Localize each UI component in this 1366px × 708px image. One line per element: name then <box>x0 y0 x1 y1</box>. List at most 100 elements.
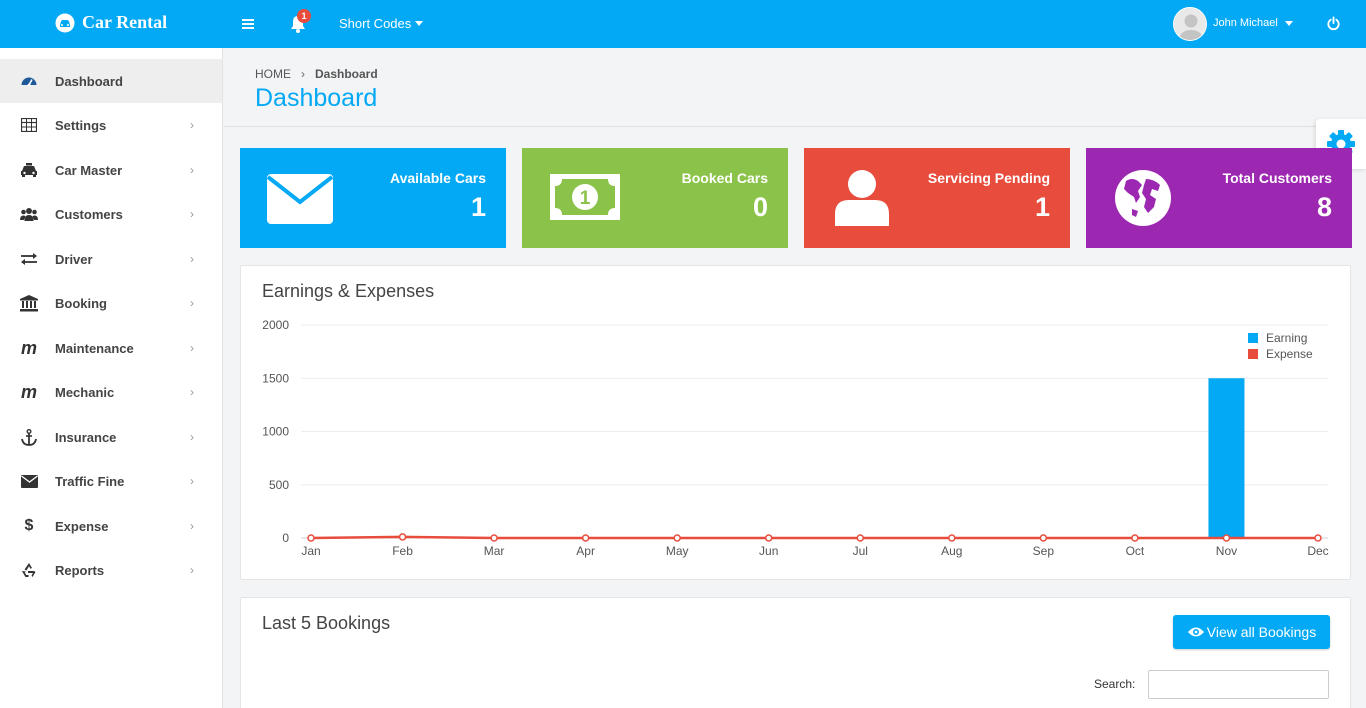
chevron-right-icon: › <box>190 385 194 399</box>
y-tick-label: 500 <box>269 478 289 492</box>
point-expense <box>673 534 681 542</box>
stat-card-available-cars[interactable]: Available Cars 1 <box>240 148 506 248</box>
view-all-bookings-button[interactable]: View all Bookings <box>1173 615 1330 649</box>
stat-card-booked-cars[interactable]: 1 Booked Cars 0 <box>522 148 788 248</box>
user-menu[interactable]: John Michael <box>1213 17 1293 29</box>
user-icon <box>835 170 889 226</box>
sidebar-item-expense[interactable]: $ Expense › <box>0 504 222 548</box>
stat-card-total-customers[interactable]: Total Customers 8 <box>1086 148 1352 248</box>
search-input[interactable] <box>1148 670 1329 699</box>
username-label: John Michael <box>1213 17 1278 29</box>
money-icon: 1 <box>550 174 620 220</box>
x-tick-label: May <box>666 544 689 558</box>
sidebar-item-settings[interactable]: Settings › <box>0 103 222 147</box>
chevron-right-icon: › <box>190 474 194 488</box>
card-label: Available Cars <box>390 170 486 186</box>
bank-icon <box>20 294 38 312</box>
x-tick-label: Jan <box>301 544 320 558</box>
brand-logo[interactable]: Car Rental <box>55 12 167 33</box>
exchange-icon <box>20 250 38 268</box>
sidebar-item-booking[interactable]: Booking › <box>0 281 222 325</box>
chevron-right-icon: › <box>190 163 194 177</box>
dollar-icon: $ <box>24 517 34 534</box>
sidebar-item-mechanic[interactable]: m Mechanic › <box>0 370 222 414</box>
sidebar-item-driver[interactable]: Driver › <box>0 237 222 281</box>
sidebar-item-dashboard[interactable]: Dashboard <box>0 59 222 103</box>
sidebar-item-label: Booking <box>55 295 107 311</box>
power-icon[interactable] <box>1326 16 1341 31</box>
sidebar-item-car-master[interactable]: Car Master › <box>0 148 222 192</box>
point-expense <box>948 534 956 542</box>
search-label: Search: <box>1094 677 1136 691</box>
point-expense <box>398 533 407 541</box>
sidebar: Dashboard Settings › Car Master › Custom… <box>0 48 223 708</box>
x-tick-label: Jun <box>759 544 778 558</box>
chevron-right-icon: › <box>190 341 194 355</box>
envelope-icon <box>267 174 333 224</box>
caret-down-icon <box>1284 20 1293 26</box>
y-tick-label: 0 <box>282 531 289 545</box>
anchor-icon <box>20 428 38 446</box>
y-tick-label: 1000 <box>262 425 289 439</box>
svg-text:1: 1 <box>580 188 591 209</box>
point-expense <box>1131 534 1139 542</box>
x-tick-label: Nov <box>1216 544 1237 558</box>
sidebar-item-label: Dashboard <box>55 73 123 89</box>
chart-legend: Earning Expense <box>1248 330 1313 362</box>
sidebar-item-label: Mechanic <box>55 384 115 400</box>
car-logo-icon <box>55 13 75 32</box>
breadcrumb-home[interactable]: HOME <box>255 67 291 81</box>
stat-card-servicing-pending[interactable]: Servicing Pending 1 <box>804 148 1070 248</box>
point-expense <box>1039 534 1048 542</box>
point-expense <box>1222 534 1231 542</box>
sidebar-item-reports[interactable]: Reports › <box>0 548 222 592</box>
legend-item-expense[interactable]: Expense <box>1248 346 1313 362</box>
x-tick-label: Mar <box>484 544 505 558</box>
caret-down-icon <box>415 21 424 26</box>
x-tick-label: Dec <box>1307 544 1328 558</box>
chevron-right-icon: › <box>190 296 194 310</box>
sidebar-item-customers[interactable]: Customers › <box>0 192 222 236</box>
chevron-right-icon: › <box>190 207 194 221</box>
earnings-expenses-panel: Earnings & Expenses 0 500 1000 1500 2000 Jan F… <box>240 265 1351 580</box>
user-avatar[interactable] <box>1173 7 1207 41</box>
chevron-right-icon: › <box>190 563 194 577</box>
card-label: Total Customers <box>1222 170 1332 186</box>
legend-label: Earning <box>1266 331 1308 345</box>
notification-badge: 1 <box>297 9 311 23</box>
sidebar-item-label: Expense <box>55 518 109 534</box>
bar-earning <box>1208 378 1245 538</box>
x-tick-label: Apr <box>576 544 595 558</box>
short-codes-dropdown[interactable]: Short Codes <box>339 16 424 31</box>
panel-title: Last 5 Bookings <box>262 613 391 633</box>
card-value: 0 <box>752 192 768 222</box>
y-tick-label: 2000 <box>262 318 289 332</box>
chevron-right-icon: › <box>301 67 305 81</box>
card-value: 8 <box>1316 192 1332 222</box>
sidebar-item-label: Customers <box>55 206 123 222</box>
users-icon <box>20 205 38 223</box>
card-value: 1 <box>1034 192 1050 222</box>
sidebar-item-traffic-fine[interactable]: Traffic Fine › <box>0 459 222 503</box>
sidebar-item-label: Reports <box>55 562 105 578</box>
y-tick-label: 1500 <box>262 371 289 385</box>
sidebar-item-label: Maintenance <box>55 340 134 356</box>
menu-toggle-icon[interactable] <box>240 16 256 32</box>
chevron-right-icon: › <box>190 430 194 444</box>
sidebar-item-label: Insurance <box>55 429 117 445</box>
sidebar-item-maintenance[interactable]: m Maintenance › <box>0 326 222 370</box>
legend-item-earning[interactable]: Earning <box>1248 330 1313 346</box>
last-bookings-panel: Last 5 Bookings View all Bookings Search… <box>240 597 1351 708</box>
chevron-right-icon: › <box>190 118 194 132</box>
sidebar-item-label: Settings <box>55 117 107 133</box>
x-tick-label: Jul <box>853 544 868 558</box>
table-icon <box>20 116 38 134</box>
top-navbar: Car Rental 1 Short Codes John Michael <box>0 0 1366 48</box>
card-label: Booked Cars <box>681 170 768 186</box>
sidebar-item-insurance[interactable]: Insurance › <box>0 415 222 459</box>
chevron-right-icon: › <box>190 519 194 533</box>
line-expense <box>310 535 1318 540</box>
point-expense <box>764 534 773 542</box>
breadcrumb: HOME › Dashboard <box>255 67 378 81</box>
point-expense <box>581 534 590 542</box>
